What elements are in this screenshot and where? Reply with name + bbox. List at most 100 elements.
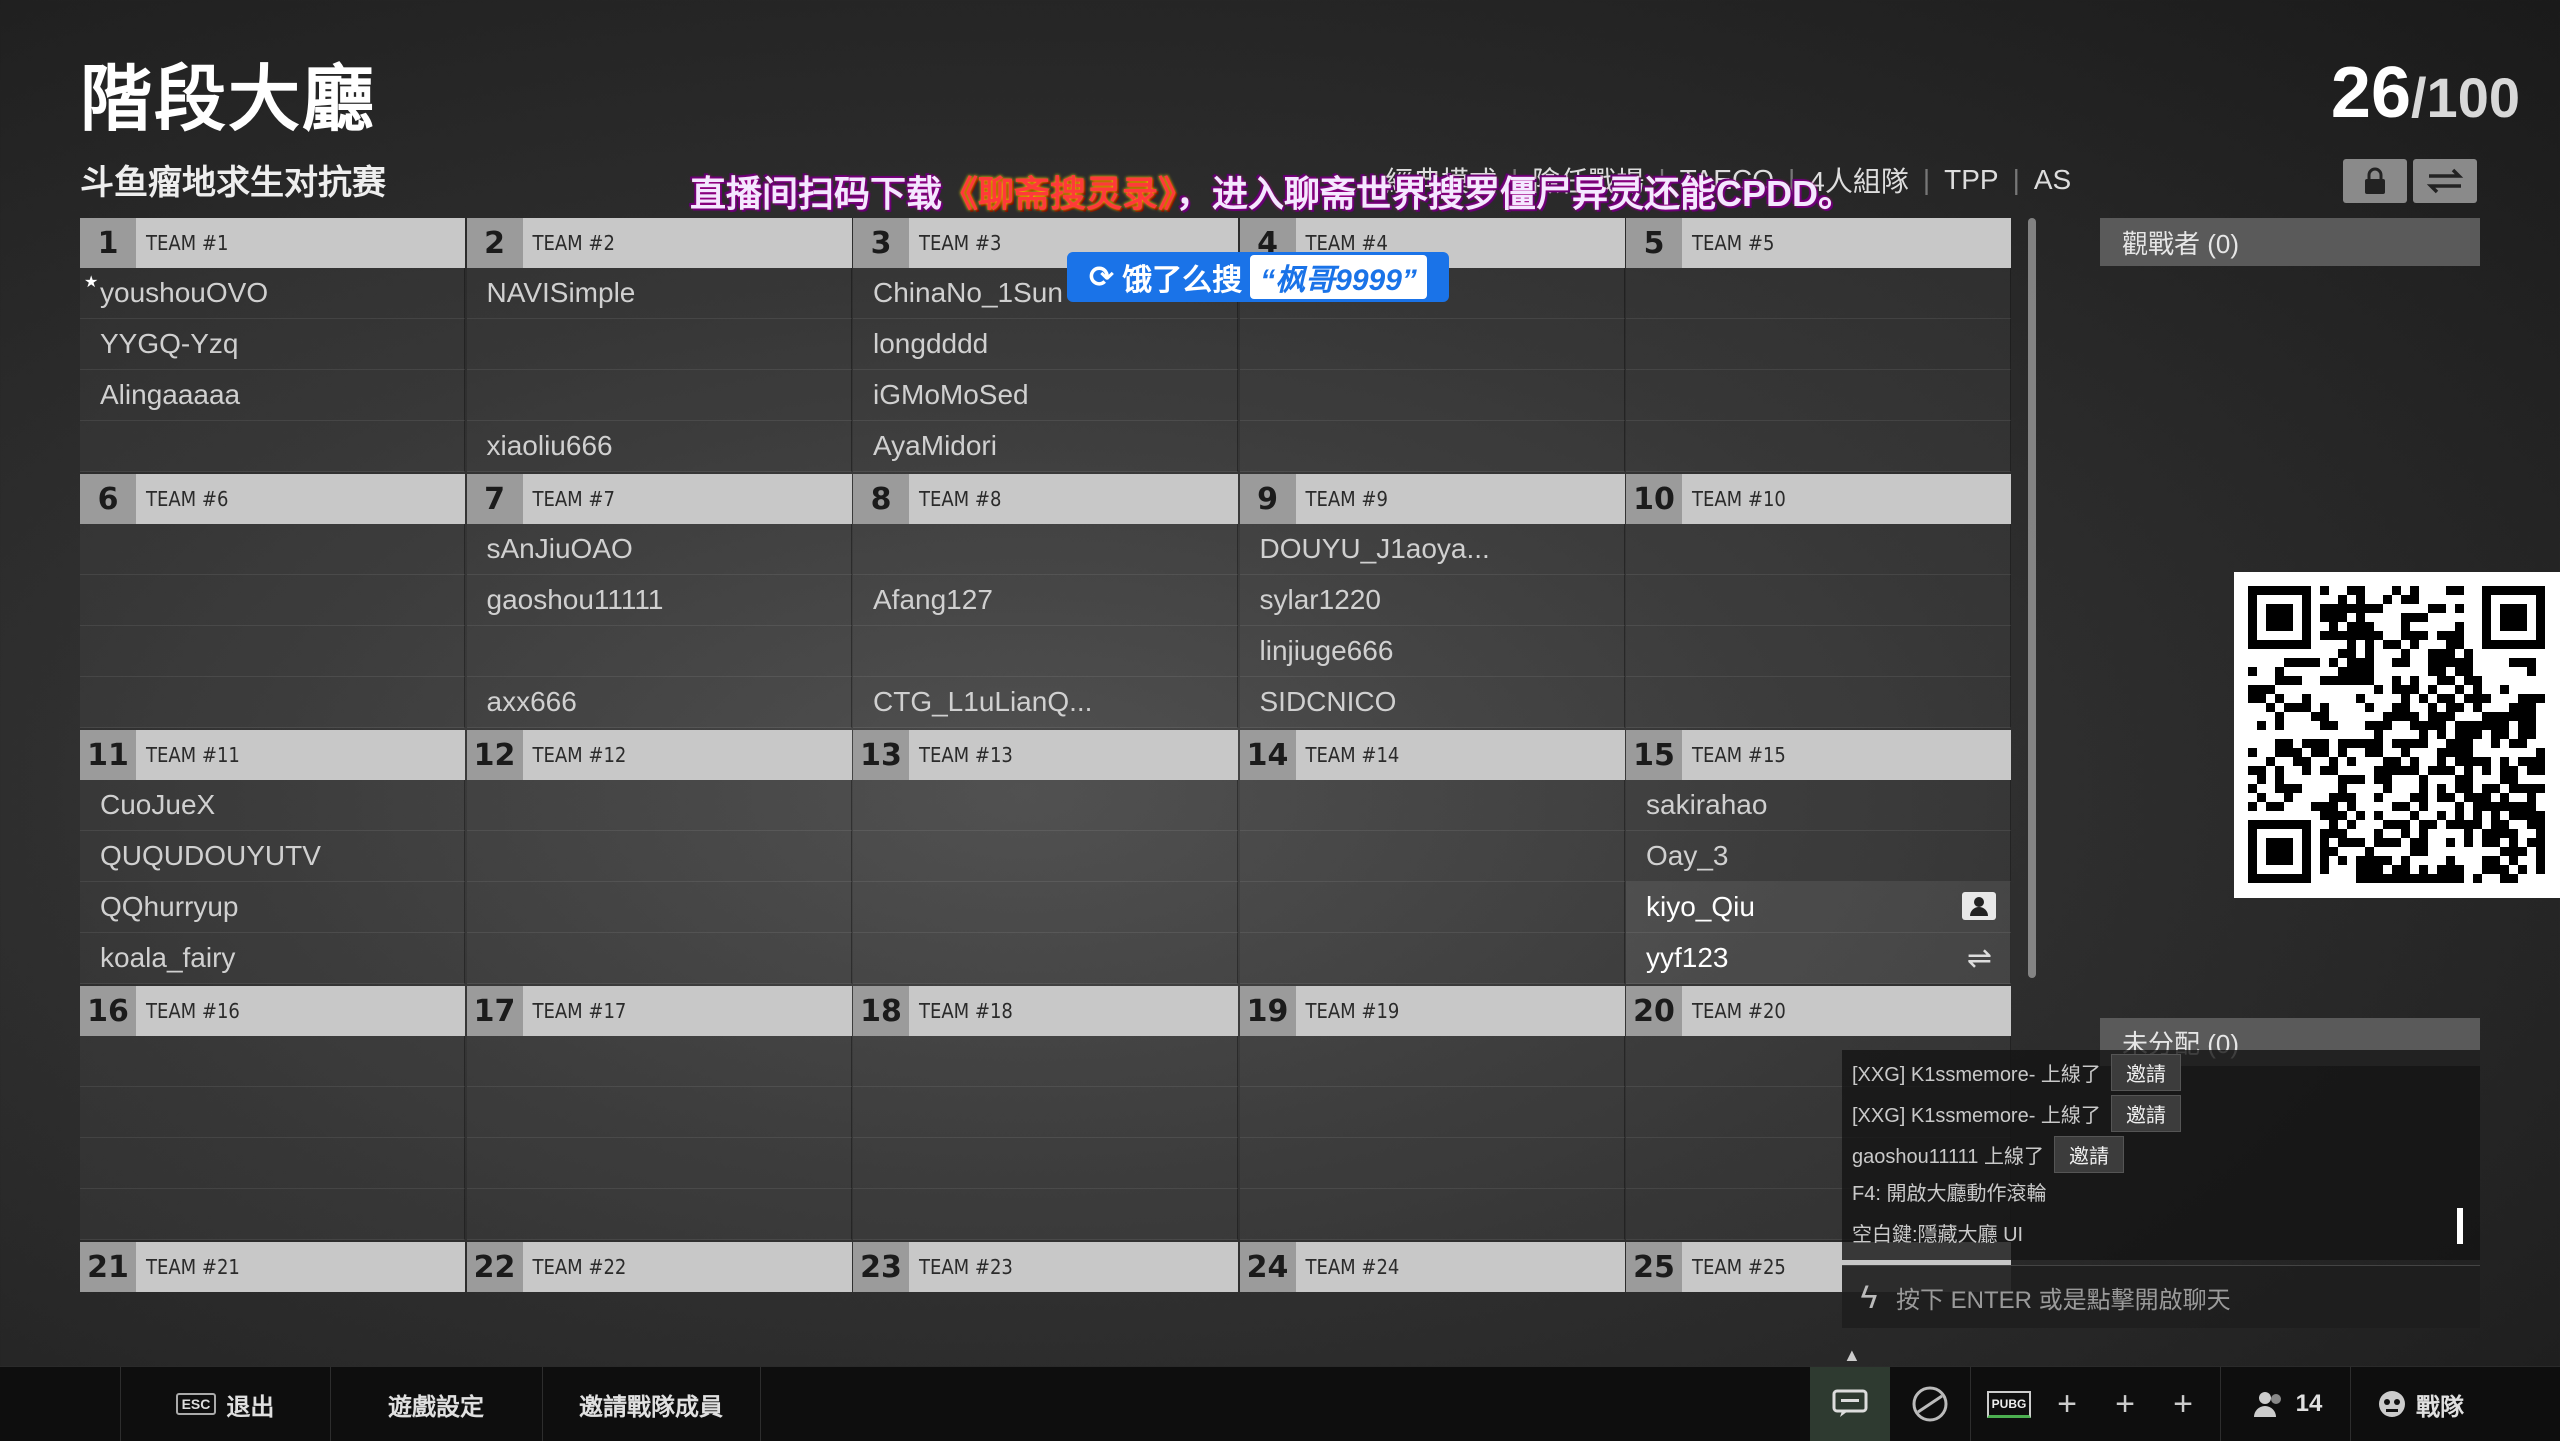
team-slot[interactable] bbox=[853, 933, 1238, 984]
team-header[interactable]: 10 TEAM #10 bbox=[1626, 474, 2011, 524]
team-slot[interactable] bbox=[1626, 421, 2011, 472]
add-party-slot-button[interactable]: + bbox=[2100, 1377, 2150, 1431]
team-slot[interactable] bbox=[466, 1189, 852, 1240]
team-slot[interactable]: sAnJiuOAO bbox=[466, 524, 852, 575]
team-slot[interactable] bbox=[1626, 575, 2011, 626]
team-slot[interactable] bbox=[466, 1087, 852, 1138]
team-slot[interactable]: CTG_L1uLianQ... bbox=[853, 677, 1238, 728]
team-slot[interactable]: youshouOVO ★ bbox=[80, 268, 465, 319]
add-party-slot-button[interactable]: + bbox=[2158, 1377, 2208, 1431]
team-header[interactable]: 15 TEAM #15 bbox=[1626, 730, 2011, 780]
team-header[interactable]: 1 TEAM #1 bbox=[80, 218, 465, 268]
team-header[interactable]: 8 TEAM #8 bbox=[853, 474, 1238, 524]
team-slot[interactable] bbox=[853, 1036, 1238, 1087]
team-slot[interactable]: YYGQ-Yzq bbox=[80, 319, 465, 370]
team-header[interactable]: 5 TEAM #5 bbox=[1626, 218, 2011, 268]
team-slot[interactable] bbox=[1626, 268, 2011, 319]
team-slot[interactable] bbox=[853, 780, 1238, 831]
team-slot[interactable] bbox=[466, 1036, 852, 1087]
emblem-button[interactable] bbox=[1905, 1377, 1955, 1431]
team-slot[interactable]: SIDCNICO bbox=[1239, 677, 1625, 728]
team-header[interactable]: 18 TEAM #18 bbox=[853, 986, 1238, 1036]
team-slot[interactable]: iGMoMoSed bbox=[853, 370, 1238, 421]
team-header[interactable]: 16 TEAM #16 bbox=[80, 986, 465, 1036]
team-slot[interactable] bbox=[80, 1138, 465, 1189]
team-slot[interactable]: kiyo_Qiu bbox=[1626, 882, 2011, 933]
game-settings-button[interactable]: 遊戲設定 bbox=[330, 1367, 542, 1441]
team-slot[interactable] bbox=[853, 1087, 1238, 1138]
friends-button[interactable]: 14 bbox=[2232, 1367, 2342, 1441]
team-header[interactable]: 11 TEAM #11 bbox=[80, 730, 465, 780]
team-header[interactable]: 12 TEAM #12 bbox=[466, 730, 852, 780]
team-slot[interactable]: sakirahao bbox=[1626, 780, 2011, 831]
team-slot[interactable] bbox=[1626, 626, 2011, 677]
team-slot[interactable] bbox=[466, 831, 852, 882]
exit-button[interactable]: ESC 退出 bbox=[120, 1367, 330, 1441]
team-slot[interactable] bbox=[80, 524, 465, 575]
spectators-panel[interactable]: 觀戰者 (0) bbox=[2100, 218, 2480, 266]
team-slot[interactable] bbox=[466, 370, 852, 421]
team-slot[interactable] bbox=[466, 882, 852, 933]
team-slot[interactable] bbox=[466, 626, 852, 677]
team-slot[interactable] bbox=[80, 677, 465, 728]
team-header[interactable]: 2 TEAM #2 bbox=[466, 218, 852, 268]
team-slot[interactable] bbox=[853, 626, 1238, 677]
team-header[interactable]: 6 TEAM #6 bbox=[80, 474, 465, 524]
team-slot[interactable]: Alingaaaaa bbox=[80, 370, 465, 421]
team-slot[interactable] bbox=[80, 421, 465, 472]
team-slot[interactable]: linjiuge666 bbox=[1239, 626, 1625, 677]
team-header[interactable]: 24 TEAM #24 bbox=[1239, 1242, 1625, 1292]
team-slot[interactable] bbox=[1239, 370, 1625, 421]
team-slot[interactable] bbox=[466, 780, 852, 831]
team-slot[interactable] bbox=[853, 882, 1238, 933]
team-slot[interactable]: yyf123 ⇌ bbox=[1626, 933, 2011, 984]
team-slot[interactable] bbox=[80, 1036, 465, 1087]
team-slot[interactable]: xiaoliu666 bbox=[466, 421, 852, 472]
team-slot[interactable] bbox=[80, 575, 465, 626]
team-slot[interactable] bbox=[1239, 421, 1625, 472]
invite-button[interactable]: 邀請 bbox=[2110, 1054, 2181, 1091]
chat-button[interactable] bbox=[1810, 1367, 1890, 1441]
pubg-avatar[interactable]: PUBG bbox=[1982, 1377, 2036, 1431]
team-header[interactable]: 7 TEAM #7 bbox=[466, 474, 852, 524]
team-slot[interactable]: sylar1220 bbox=[1239, 575, 1625, 626]
team-slot[interactable] bbox=[1239, 831, 1625, 882]
team-slot[interactable] bbox=[1239, 319, 1625, 370]
team-header[interactable]: 13 TEAM #13 bbox=[853, 730, 1238, 780]
chat-scrollbar[interactable] bbox=[2457, 1208, 2463, 1244]
team-slot[interactable] bbox=[1239, 933, 1625, 984]
team-header[interactable]: 9 TEAM #9 bbox=[1239, 474, 1625, 524]
team-slot[interactable] bbox=[80, 1087, 465, 1138]
team-slot[interactable]: DOUYU_J1aoya... bbox=[1239, 524, 1625, 575]
team-slot[interactable] bbox=[1239, 882, 1625, 933]
team-header[interactable]: 17 TEAM #17 bbox=[466, 986, 852, 1036]
team-slot[interactable] bbox=[1626, 370, 2011, 421]
team-slot[interactable] bbox=[466, 1138, 852, 1189]
team-slot[interactable] bbox=[80, 1189, 465, 1240]
team-slot[interactable] bbox=[466, 933, 852, 984]
team-header[interactable]: 14 TEAM #14 bbox=[1239, 730, 1625, 780]
team-slot[interactable] bbox=[853, 524, 1238, 575]
team-slot[interactable]: QUQUDOUYUTV bbox=[80, 831, 465, 882]
swap-slot-icon[interactable]: ⇌ bbox=[1967, 941, 1992, 976]
team-slot[interactable]: axx666 bbox=[466, 677, 852, 728]
team-header[interactable]: 22 TEAM #22 bbox=[466, 1242, 852, 1292]
profile-icon[interactable] bbox=[1962, 892, 1996, 920]
invite-clan-button[interactable]: 邀請戰隊成員 bbox=[542, 1367, 760, 1441]
team-header[interactable]: 23 TEAM #23 bbox=[853, 1242, 1238, 1292]
team-header[interactable]: 19 TEAM #19 bbox=[1239, 986, 1625, 1036]
team-header[interactable]: 20 TEAM #20 bbox=[1626, 986, 2011, 1036]
team-slot[interactable] bbox=[853, 831, 1238, 882]
lock-button[interactable] bbox=[2343, 159, 2407, 203]
team-slot[interactable] bbox=[1239, 780, 1625, 831]
chat-input[interactable]: ϟ 按下 ENTER 或是點擊開啟聊天 bbox=[1842, 1265, 2480, 1328]
team-slot[interactable] bbox=[1239, 1189, 1625, 1240]
team-slot[interactable] bbox=[1626, 319, 2011, 370]
team-slot[interactable]: CuoJueX bbox=[80, 780, 465, 831]
team-slot[interactable]: AyaMidori bbox=[853, 421, 1238, 472]
team-slot[interactable]: longdddd bbox=[853, 319, 1238, 370]
clan-button[interactable]: 戰隊 bbox=[2360, 1367, 2480, 1441]
team-slot[interactable] bbox=[1626, 524, 2011, 575]
add-party-slot-button[interactable]: + bbox=[2042, 1377, 2092, 1431]
team-slot[interactable] bbox=[853, 1189, 1238, 1240]
